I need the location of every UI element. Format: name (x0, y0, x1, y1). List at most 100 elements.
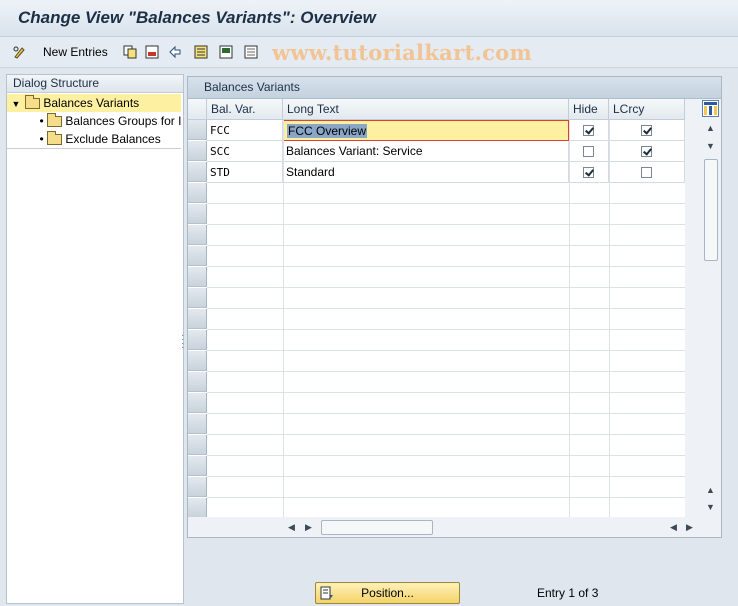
select-all-icon (194, 45, 208, 59)
row-divider (207, 287, 685, 288)
row-divider (207, 434, 685, 435)
tree-item-balances-variants[interactable]: ▼ Balances Variants (7, 94, 181, 112)
scroll-right-icon[interactable]: ▶ (686, 522, 693, 533)
application-toolbar: New Entries www.tutorialkart.com (0, 37, 738, 68)
hide-checkbox[interactable] (583, 146, 594, 157)
page-title: Change View "Balances Variants": Overvie… (18, 8, 376, 27)
tree-item-balances-groups[interactable]: • Balances Groups for I (7, 112, 181, 130)
table-panel: Balances Variants Bal. Var. Long Text Hi… (187, 76, 722, 538)
hide-cell (569, 162, 609, 183)
table-grid: Bal. Var. Long Text Hide LCrcy FCC FCC O… (188, 99, 685, 519)
lcrcy-checkbox[interactable] (641, 167, 652, 178)
column-header-lcrcy[interactable]: LCrcy (609, 99, 685, 120)
row-divider (207, 308, 685, 309)
position-label: Position... (361, 586, 414, 600)
row-selector[interactable] (188, 309, 207, 329)
hide-cell (569, 120, 609, 141)
horizontal-scroll-thumb[interactable] (321, 520, 433, 535)
undo-icon (169, 45, 181, 59)
row-selector[interactable] (188, 183, 207, 203)
scroll-down-icon[interactable]: ▼ (706, 502, 715, 512)
row-selector[interactable] (188, 351, 207, 371)
lcrcy-checkbox[interactable] (641, 125, 652, 136)
table-row-bal-var: STD (207, 162, 283, 183)
position-button[interactable]: Position... (315, 582, 460, 604)
delete-button[interactable] (145, 43, 159, 61)
scroll-down-icon[interactable]: ▼ (706, 141, 715, 151)
lcrcy-checkbox[interactable] (641, 146, 652, 157)
row-selector[interactable] (188, 204, 207, 224)
tree-divider (7, 148, 181, 149)
row-selector[interactable] (188, 162, 207, 182)
scroll-right-icon[interactable]: ▶ (305, 522, 312, 533)
glasses-pencil-icon (13, 46, 25, 59)
row-selector[interactable] (188, 246, 207, 266)
dialog-structure-tree: Dialog Structure ▼ Balances Variants • B… (6, 74, 184, 604)
long-text-input[interactable]: Balances Variant: Service (283, 141, 569, 162)
row-divider (207, 413, 685, 414)
long-text-input[interactable]: FCC Overview (283, 120, 569, 141)
tree-item-label: Balances Groups for I (65, 114, 181, 128)
row-divider (207, 371, 685, 372)
long-text-input[interactable]: Standard (283, 162, 569, 183)
row-selector[interactable] (188, 225, 207, 245)
title-bar: Change View "Balances Variants": Overvie… (0, 0, 738, 37)
row-selector[interactable] (188, 498, 207, 518)
splitter-handle[interactable]: · · · · (181, 331, 184, 353)
tree-header: Dialog Structure (7, 75, 183, 93)
folder-icon (47, 113, 62, 127)
row-selector[interactable] (188, 393, 207, 413)
row-selector[interactable] (188, 372, 207, 392)
scroll-left-icon[interactable]: ◀ (670, 522, 677, 533)
tree-item-label: Balances Variants (43, 96, 140, 110)
row-selector[interactable] (188, 267, 207, 287)
table-panel-title: Balances Variants (188, 77, 721, 99)
row-selector[interactable] (188, 330, 207, 350)
long-text-value: FCC Overview (287, 124, 368, 138)
select-all-rows-corner[interactable] (188, 99, 207, 120)
row-divider (207, 224, 685, 225)
row-selector[interactable] (188, 456, 207, 476)
select-all-button[interactable] (194, 43, 208, 61)
column-header-long-text[interactable]: Long Text (283, 99, 569, 120)
hide-checkbox[interactable] (583, 125, 594, 136)
row-selector[interactable] (188, 288, 207, 308)
copy-icon (123, 45, 137, 59)
undo-change-button[interactable] (168, 43, 182, 61)
tree-item-exclude-balances[interactable]: • Exclude Balances (7, 130, 181, 148)
select-block-button[interactable] (219, 43, 233, 61)
horizontal-scrollbar[interactable]: ◀ ▶ ◀ ▶ (188, 517, 721, 537)
hide-cell (569, 141, 609, 162)
copy-as-button[interactable] (123, 43, 137, 61)
scroll-left-icon[interactable]: ◀ (288, 522, 295, 533)
row-divider (207, 329, 685, 330)
row-selector[interactable] (188, 414, 207, 434)
scroll-up-icon[interactable]: ▲ (706, 485, 715, 495)
row-selector[interactable] (188, 477, 207, 497)
table-row-bal-var: SCC (207, 141, 283, 162)
column-header-bal-var[interactable]: Bal. Var. (207, 99, 283, 120)
bullet-icon: • (39, 132, 47, 146)
folder-icon (25, 95, 40, 109)
position-icon (320, 586, 333, 600)
row-selector[interactable] (188, 141, 207, 161)
deselect-all-button[interactable] (244, 43, 258, 61)
row-divider (207, 497, 685, 498)
long-text-value: Standard (286, 165, 335, 179)
hide-checkbox[interactable] (583, 167, 594, 178)
new-entries-label: New Entries (43, 45, 108, 59)
select-block-icon (219, 45, 233, 59)
row-selector[interactable] (188, 435, 207, 455)
column-header-hide[interactable]: Hide (569, 99, 609, 120)
vertical-scrollbar[interactable]: ▲ ▼ ▲ ▼ (701, 119, 720, 517)
column-divider (609, 120, 610, 517)
table-settings-button[interactable] (702, 100, 719, 117)
watermark-text: www.tutorialkart.com (272, 40, 532, 65)
row-selector[interactable] (188, 120, 207, 140)
new-entries-button[interactable]: New Entries (43, 43, 108, 61)
scroll-up-icon[interactable]: ▲ (706, 123, 715, 133)
expand-triangle-icon[interactable]: ▼ (7, 95, 25, 112)
vertical-scroll-thumb[interactable] (704, 159, 718, 261)
row-divider (207, 476, 685, 477)
edit-mode-button[interactable] (13, 43, 27, 61)
